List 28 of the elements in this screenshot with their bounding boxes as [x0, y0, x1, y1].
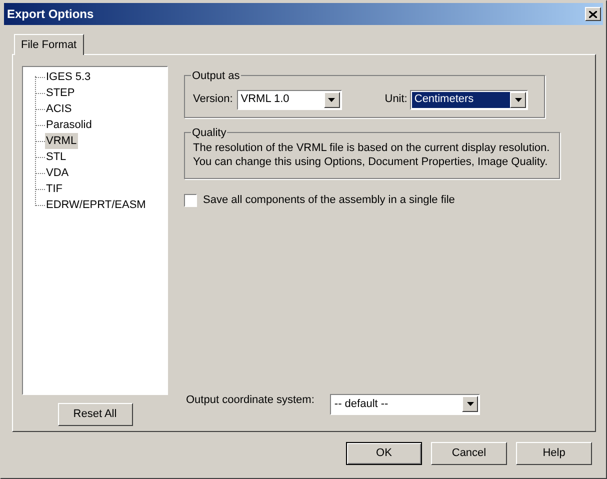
dialog-button[interactable]: Help [516, 442, 592, 465]
version-label: Version: [193, 92, 233, 108]
tree-item[interactable]: Parasolid [45, 116, 93, 134]
version-dropdown[interactable]: VRML 1.0 [236, 90, 342, 110]
window-title: Export Options [7, 6, 94, 23]
close-icon [589, 10, 597, 18]
checkbox-label: Save all components of the assembly in a single file [203, 193, 455, 208]
dialog-button[interactable]: OK [346, 442, 422, 465]
reset-all-button[interactable]: Reset All [58, 403, 132, 426]
tree-item[interactable]: IGES 5.3 [45, 68, 92, 86]
coordinate-system-label: Output coordinate system: [186, 392, 314, 408]
tree-item[interactable]: STEP [45, 84, 76, 102]
close-button[interactable] [585, 7, 601, 21]
coordinate-system-dropdown[interactable]: -- default -- [330, 394, 480, 414]
group-title: Quality [191, 125, 228, 142]
unit-label: Unit: [384, 92, 408, 108]
quality-description: The resolution of the VRML file is based on the current display resolution. You can change this using Options, Document Properties, Image Quality. [193, 141, 551, 169]
dialog-button[interactable]: Cancel [431, 442, 507, 465]
tree-item[interactable]: VRML [45, 132, 78, 150]
unit-dropdown[interactable]: Centimeters [410, 90, 528, 110]
tree-item[interactable]: TIF [45, 180, 64, 198]
checkbox[interactable] [184, 194, 197, 207]
group-title: Output as [191, 68, 241, 84]
tab[interactable]: File Format [14, 34, 84, 55]
tree-item[interactable]: EDRW/EPRT/EASM [45, 196, 147, 214]
tree-item[interactable]: VDA [45, 164, 70, 182]
tree-item[interactable]: ACIS [45, 100, 73, 118]
tree-item[interactable]: STL [45, 148, 68, 166]
